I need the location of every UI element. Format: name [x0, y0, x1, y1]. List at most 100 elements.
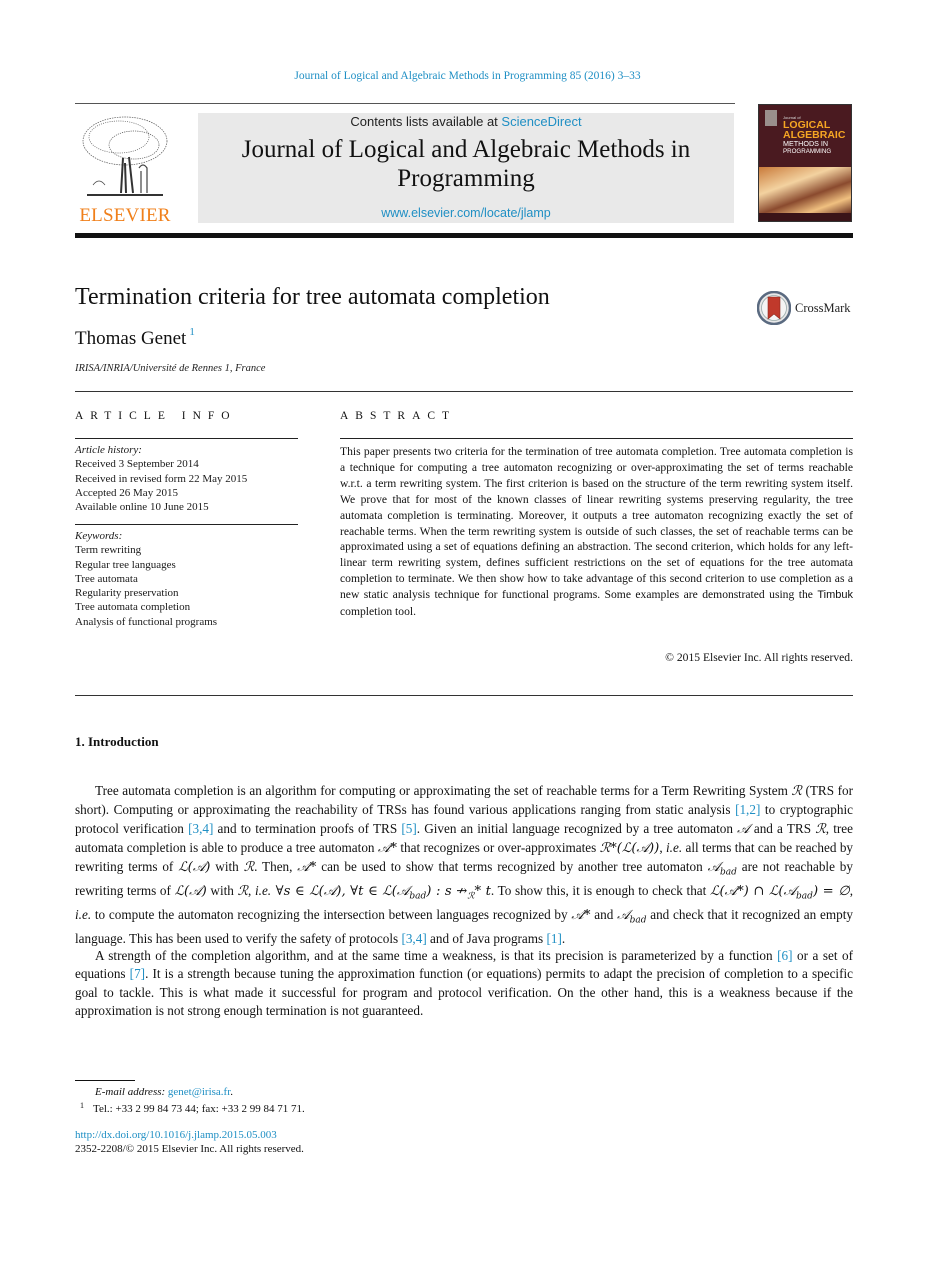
citation-link[interactable]: [5] [401, 821, 416, 836]
math: 𝒜* [377, 840, 397, 856]
citation-link[interactable]: [7] [130, 966, 145, 981]
divider [75, 524, 298, 525]
citation-link[interactable]: [1,2] [735, 802, 760, 817]
keyword-item: Term rewriting [75, 544, 142, 557]
abstract-copyright: © 2015 Elsevier Inc. All rights reserved… [665, 651, 853, 664]
crossmark-button[interactable]: CrossMark [757, 291, 857, 327]
math: 𝒜* [297, 860, 317, 876]
text: . [230, 1086, 234, 1098]
text: , [659, 839, 667, 855]
elsevier-logo[interactable]: ELSEVIER [75, 113, 175, 226]
math: ℒ(𝒜) [174, 884, 207, 900]
section-heading-introduction: 1. Introduction [75, 734, 159, 749]
divider [75, 695, 853, 696]
history-item: Available online 10 June 2015 [75, 501, 209, 514]
elsevier-tree-icon [79, 113, 171, 203]
keywords: Keywords: Term rewriting Regular tree la… [75, 529, 298, 629]
text: and of Java programs [426, 931, 547, 946]
math: 𝒜 [737, 821, 750, 837]
keyword-item: Regular tree languages [75, 558, 176, 571]
cover-title-line: PROGRAMMING [783, 148, 832, 155]
article-info-heading: ARTICLE INFO [75, 410, 237, 422]
journal-url-link[interactable]: www.elsevier.com/locate/jlamp [198, 206, 734, 220]
abstract-body: This paper presents two criteria for the… [340, 445, 853, 602]
keyword-item: Tree automata completion [75, 601, 191, 614]
journal-title: Journal of Logical and Algebraic Methods… [241, 136, 691, 192]
contents-line: Contents lists available at ScienceDirec… [198, 114, 734, 129]
email-label: E-mail address: [95, 1086, 168, 1098]
cover-footer [759, 213, 851, 221]
sciencedirect-link[interactable]: ScienceDirect [501, 114, 581, 129]
math: 𝒜* [571, 908, 591, 924]
divider [340, 438, 853, 439]
text: i.e. [254, 883, 272, 899]
cover-title-line: METHODS IN [783, 139, 829, 148]
abstract-heading: ABSTRACT [340, 410, 457, 422]
paper-title: Termination criteria for tree automata c… [75, 284, 550, 310]
issn-copyright: 2352-2208/© 2015 Elsevier Inc. All right… [75, 1143, 304, 1155]
math: ∀s ∈ ℒ(𝒜), ∀t ∈ ℒ(𝒜bad) : s ↛ℛ* t [271, 884, 491, 902]
text: . To show this, it is enough to check th… [490, 883, 710, 899]
history-item: Received in revised form 22 May 2015 [75, 472, 248, 485]
journal-citation-link[interactable]: Journal of Logical and Algebraic Methods… [0, 70, 935, 82]
footnote-email: E-mail address: genet@irisa.fr. [95, 1086, 233, 1098]
text: that recognizes or over-approximates [396, 839, 600, 855]
math: 𝒜bad [707, 860, 737, 878]
footnote-text: Tel.: +33 2 99 84 73 44; fax: +33 2 99 8… [93, 1103, 305, 1115]
history-item: Received 3 September 2014 [75, 458, 199, 471]
math: ℒ(𝒜) [178, 860, 211, 876]
citation-link[interactable]: [1] [546, 931, 561, 946]
journal-cover-image[interactable]: Journal of LOGICAL ALGEBRAIC METHODS IN … [758, 104, 852, 222]
footnote-rule [75, 1080, 135, 1081]
text: i.e. [75, 907, 92, 923]
author-footnote-link[interactable]: 1 [189, 326, 195, 338]
text: . [561, 931, 566, 946]
article-history-label: Article history: [75, 444, 142, 456]
text: and [590, 907, 618, 923]
math: ℛ*(ℒ(𝒜)) [599, 840, 660, 856]
journal-banner: Contents lists available at ScienceDirec… [198, 113, 734, 223]
divider [75, 438, 298, 439]
article-history: Article history: Received 3 September 20… [75, 443, 298, 514]
keyword-item: Tree automata [75, 572, 138, 585]
cover-publisher-icon [765, 110, 777, 126]
citation-link[interactable]: [3,4] [401, 931, 426, 946]
footnote-1: 1 Tel.: +33 2 99 84 73 44; fax: +33 2 99 … [80, 1101, 305, 1115]
doi-link[interactable]: http://dx.doi.org/10.1016/j.jlamp.2015.0… [75, 1129, 277, 1141]
text: . Given an initial language recognized b… [416, 820, 738, 836]
text: with [210, 859, 244, 875]
author-name-text: Thomas Genet [75, 328, 187, 349]
text: Tree automata completion is an algorithm… [95, 783, 792, 798]
math: ℛ [243, 860, 255, 876]
tool-name: Timbuk [817, 589, 853, 602]
header-rule [75, 103, 735, 104]
history-item: Accepted 26 May 2015 [75, 486, 178, 499]
text: can be used to show that terms recognize… [316, 859, 708, 875]
header-thick-rule [75, 233, 853, 238]
math: ℛ [815, 821, 826, 837]
email-link[interactable]: genet@irisa.fr [168, 1086, 230, 1098]
elsevier-wordmark: ELSEVIER [79, 205, 171, 226]
crossmark-icon [757, 291, 791, 325]
cover-artwork [759, 167, 851, 213]
math: ℒ(𝒜*) ∩ ℒ(𝒜bad) = ∅ [709, 884, 850, 902]
keywords-label: Keywords: [75, 530, 123, 542]
citation-link[interactable]: [3,4] [188, 821, 213, 836]
text: i.e. [666, 839, 683, 855]
author-name: Thomas Genet 1 [75, 326, 195, 350]
text: , [849, 883, 853, 899]
intro-paragraph-1: Tree automata completion is an algorithm… [75, 782, 853, 948]
text: . Then, [254, 859, 298, 875]
intro-paragraph-2: A strength of the completion algorithm, … [75, 947, 853, 1020]
keyword-item: Analysis of functional programs [75, 615, 218, 628]
contents-prefix: Contents lists available at [350, 114, 502, 129]
text: and a TRS [749, 820, 816, 836]
text: with [206, 883, 238, 899]
crossmark-label: CrossMark [795, 301, 851, 315]
footnote-mark: 1 [80, 1101, 84, 1110]
text: . It is a strength because tuning the ap… [75, 966, 853, 1018]
citation-link[interactable]: [6] [777, 948, 792, 963]
math: ℛ [791, 784, 802, 799]
text: A strength of the completion algorithm, … [95, 948, 778, 963]
abstract-text: This paper presents two criteria for the… [340, 444, 853, 620]
